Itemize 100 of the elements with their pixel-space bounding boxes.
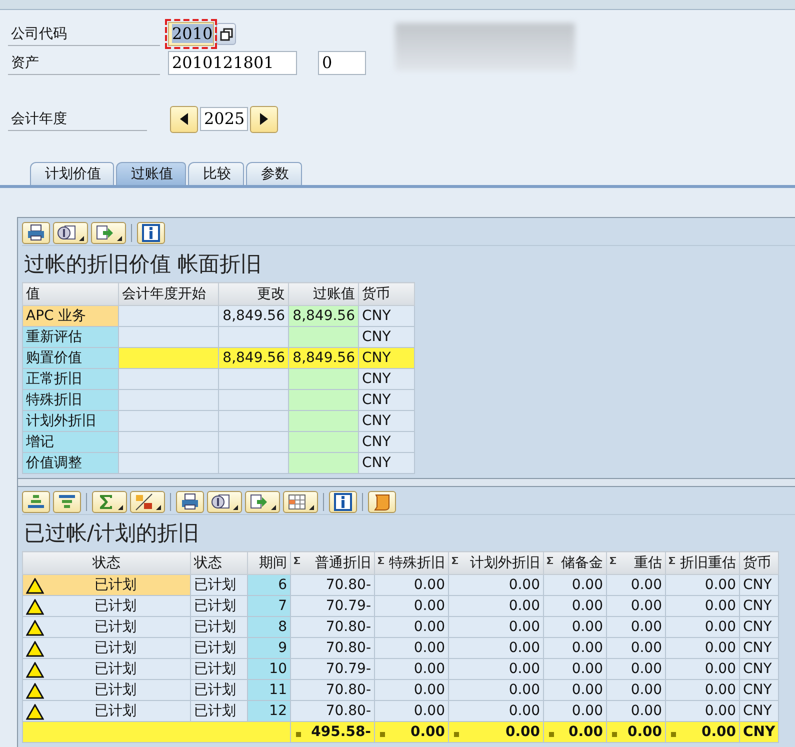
status-cell[interactable]: 已计划 [22, 638, 190, 658]
print-button[interactable] [176, 490, 204, 512]
total-mark-icon [454, 732, 459, 737]
status-cell[interactable]: 已计划 [22, 596, 190, 616]
row-label[interactable]: 购置价值 [22, 348, 118, 368]
table-cell: 0.00 [544, 596, 606, 616]
status-cell[interactable]: 已计划 [22, 700, 190, 722]
tab[interactable]: 计划价值 [30, 162, 114, 185]
column-header[interactable]: 值 [22, 282, 118, 306]
row-label[interactable]: 特殊折旧 [22, 390, 118, 410]
table-cell: 0.00 [544, 658, 606, 680]
column-header[interactable]: 会计年度开始 [118, 282, 218, 306]
column-header[interactable]: 计划外折旧 [448, 552, 544, 574]
table-cell: CNY [358, 326, 414, 348]
total-cell: 495.58- [290, 722, 374, 742]
copy-icon [220, 28, 232, 40]
table-cell [218, 390, 288, 410]
column-header[interactable]: 储备金 [544, 552, 606, 574]
next-year-button[interactable] [250, 106, 278, 132]
table-cell: 0.00 [666, 596, 740, 616]
table-cell: 0.00 [448, 680, 544, 700]
sort-ascending-button[interactable] [22, 490, 50, 512]
sum-button[interactable] [92, 490, 127, 512]
field-label: 资产 [8, 52, 160, 74]
table-cell: 8,849.56 [218, 306, 288, 326]
scroll-icon [372, 492, 392, 510]
status-cell[interactable]: 已计划 [22, 616, 190, 638]
column-header[interactable]: 状态 [22, 552, 190, 574]
fiscal-year-field[interactable]: 2025 [200, 107, 248, 131]
graphic-button[interactable] [368, 490, 396, 512]
layout-icon [211, 492, 231, 510]
row-label[interactable]: 价值调整 [22, 452, 118, 474]
column-header[interactable]: 货币 [358, 282, 414, 306]
table-cell: 70.80- [290, 680, 374, 700]
table-cell [218, 410, 288, 432]
previous-year-button[interactable] [170, 106, 198, 132]
info-button[interactable] [329, 490, 357, 512]
total-mark-icon [549, 732, 554, 737]
company-code-field[interactable]: 2010 [168, 22, 214, 46]
tab[interactable]: 参数 [246, 162, 302, 185]
table-cell [288, 410, 358, 432]
total-mark-icon [671, 732, 676, 737]
table-cell: CNY [740, 658, 778, 680]
asset-number-field[interactable]: 2010121801 [168, 51, 297, 75]
layout-button[interactable] [53, 222, 88, 244]
view-button[interactable] [283, 490, 318, 512]
caret-icon [271, 504, 276, 510]
total-cell: 0.00 [448, 722, 544, 742]
table-cell [218, 432, 288, 452]
table-cell: 已计划 [190, 574, 248, 596]
column-header[interactable]: 过账值 [288, 282, 358, 306]
info-icon [333, 492, 353, 510]
column-header[interactable]: 重估 [606, 552, 666, 574]
row-label[interactable]: 正常折旧 [22, 368, 118, 390]
column-header[interactable]: 期间 [248, 552, 290, 574]
row-label[interactable]: APC 业务 [22, 306, 118, 326]
info-button[interactable] [137, 222, 165, 244]
status-cell[interactable]: 已计划 [22, 658, 190, 680]
layout-button[interactable] [207, 490, 242, 512]
column-header[interactable]: 状态 [190, 552, 248, 574]
sort-descending-button[interactable] [53, 490, 81, 512]
column-header[interactable]: 折旧重估 [666, 552, 740, 574]
column-header[interactable]: 货币 [740, 552, 778, 574]
tab[interactable]: 比较 [188, 162, 244, 185]
section-title: 过帐的折旧价值 帐面折旧 [23, 251, 263, 278]
table-cell: 0.00 [544, 700, 606, 722]
table-cell: 0.00 [448, 596, 544, 616]
subtotal-button[interactable] [130, 490, 165, 512]
tab[interactable]: 过账值 [116, 162, 186, 185]
table-cell: 已计划 [190, 700, 248, 722]
table-cell: 0.00 [544, 680, 606, 700]
export-button[interactable] [245, 490, 280, 512]
status-cell[interactable]: 已计划 [22, 680, 190, 700]
copy-button[interactable] [216, 23, 236, 45]
table-cell [218, 368, 288, 390]
table-cell: CNY [358, 306, 414, 326]
right-arrow-icon [260, 113, 268, 125]
table-cell: 8,849.56 [218, 348, 288, 368]
column-header[interactable]: 特殊折旧 [374, 552, 448, 574]
table-cell: 0.00 [544, 574, 606, 596]
sum-mark-icon [547, 557, 553, 564]
row-label[interactable]: 重新评估 [22, 326, 118, 348]
table-cell: 0.00 [374, 638, 448, 658]
table-cell: 6 [248, 574, 290, 596]
column-header[interactable]: 更改 [218, 282, 288, 306]
row-label[interactable]: 计划外折旧 [22, 410, 118, 432]
status-cell[interactable]: 已计划 [22, 574, 190, 596]
table-cell: 9 [248, 638, 290, 658]
print-button[interactable] [22, 222, 50, 244]
table-cell [288, 390, 358, 410]
table-cell: 0.00 [544, 616, 606, 638]
table-cell: 7 [248, 596, 290, 616]
table-cell: 12 [248, 700, 290, 722]
sub-number-field[interactable]: 0 [318, 51, 366, 75]
table-cell: 70.79- [290, 658, 374, 680]
column-header[interactable]: 普通折旧 [290, 552, 374, 574]
row-label[interactable]: 增记 [22, 432, 118, 452]
table-cell: CNY [740, 616, 778, 638]
export-button[interactable] [91, 222, 126, 244]
total-cell: 0.00 [374, 722, 448, 742]
